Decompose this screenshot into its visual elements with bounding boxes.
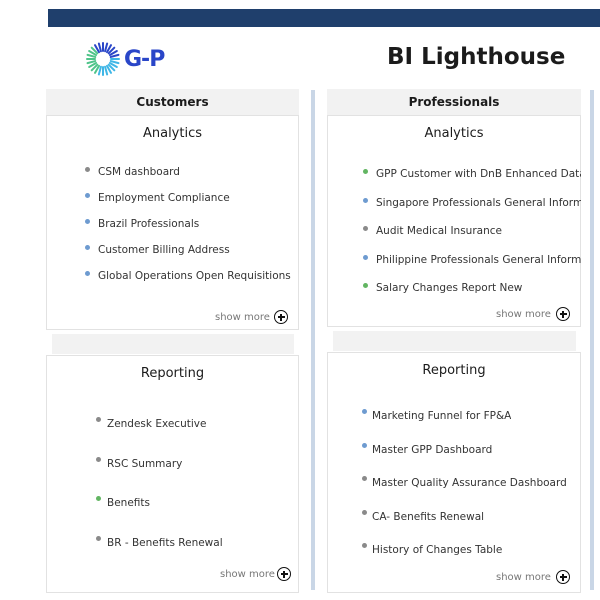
column-header-customers: Customers [46, 89, 299, 115]
sunburst-logo-icon [86, 42, 120, 76]
bullet-dot-icon [96, 417, 101, 422]
card-title: Reporting [422, 363, 486, 378]
bullet-dot-icon [85, 167, 90, 172]
column-header-professionals: Professionals [327, 89, 581, 115]
show-more-link[interactable]: show more [496, 309, 551, 320]
circle-plus-icon[interactable] [556, 307, 570, 321]
bullet-dot-icon [362, 409, 367, 414]
bullet-dot-icon [363, 226, 368, 231]
bullet-dot-icon [96, 496, 101, 501]
professionals-analytics-card: Analytics GPP Customer with DnB Enhanced… [327, 115, 581, 327]
dashboard-link[interactable]: Master Quality Assurance Dashboard [372, 477, 567, 489]
show-more-link[interactable]: show more [215, 312, 270, 323]
circle-plus-icon[interactable] [277, 567, 291, 581]
customers-reporting-card: Reporting Zendesk Executive RSC Summary Be… [46, 355, 299, 593]
gp-logo[interactable]: G-P [86, 41, 165, 77]
section-spacer [333, 331, 576, 351]
logo-text: G-P [124, 46, 165, 72]
bullet-dot-icon [85, 245, 90, 250]
bullet-dot-icon [363, 169, 368, 174]
bullet-dot-icon [85, 193, 90, 198]
professionals-reporting-card: Reporting Marketing Funnel for FP&A Maste… [327, 352, 581, 593]
dashboard-link[interactable]: Customer Billing Address [98, 244, 230, 256]
dashboard-link[interactable]: History of Changes Table [372, 544, 502, 556]
dashboard-link[interactable]: Brazil Professionals [98, 218, 199, 230]
dashboard-link[interactable]: Singapore Professionals General Informat… [376, 197, 581, 209]
dashboard-link[interactable]: Global Operations Open Requisitions [98, 270, 291, 282]
bullet-dot-icon [362, 476, 367, 481]
page-title: BI Lighthouse [387, 44, 566, 70]
show-more-link[interactable]: show more [220, 569, 275, 580]
dashboard-link[interactable]: Philippine Professionals General Informa… [376, 254, 581, 266]
column-divider [590, 90, 594, 590]
bullet-dot-icon [363, 254, 368, 260]
column-divider [311, 90, 315, 590]
dashboard-link[interactable]: Benefits [107, 497, 150, 509]
card-title: Analytics [424, 126, 484, 141]
dashboard-link[interactable]: Employment Compliance [98, 192, 230, 204]
dashboard-link[interactable]: RSC Summary [107, 458, 182, 470]
bullet-dot-icon [362, 442, 367, 448]
bullet-dot-icon [362, 543, 367, 548]
bullet-dot-icon [85, 219, 90, 224]
dashboard-link[interactable]: GPP Customer with DnB Enhanced Data [376, 168, 581, 180]
customers-analytics-card: Analytics CSM dashboard Employment Compli… [46, 115, 299, 330]
card-title: Reporting [140, 366, 205, 381]
circle-plus-icon[interactable] [274, 310, 288, 324]
bullet-dot-icon [363, 197, 368, 203]
dashboard-link[interactable]: Master GPP Dashboard [372, 444, 492, 456]
dashboard-link[interactable]: Zendesk Executive [107, 418, 206, 430]
bullet-dot-icon [96, 456, 101, 462]
bullet-dot-icon [363, 283, 368, 288]
show-more-link[interactable]: show more [496, 572, 551, 583]
bullet-dot-icon [85, 271, 90, 276]
dashboard-link[interactable]: BR - Benefits Renewal [107, 537, 223, 549]
dashboard-link[interactable]: Audit Medical Insurance [376, 225, 502, 237]
dashboard-link[interactable]: Salary Changes Report New [376, 282, 522, 294]
top-banner [48, 9, 600, 27]
bullet-dot-icon [362, 509, 367, 515]
section-spacer [52, 334, 294, 354]
bullet-dot-icon [96, 535, 101, 541]
dashboard-link[interactable]: Marketing Funnel for FP&A [372, 410, 511, 422]
circle-plus-icon[interactable] [556, 570, 570, 584]
dashboard-link[interactable]: CA- Benefits Renewal [372, 511, 484, 523]
card-title: Analytics [142, 126, 203, 141]
dashboard-link[interactable]: CSM dashboard [98, 166, 180, 178]
